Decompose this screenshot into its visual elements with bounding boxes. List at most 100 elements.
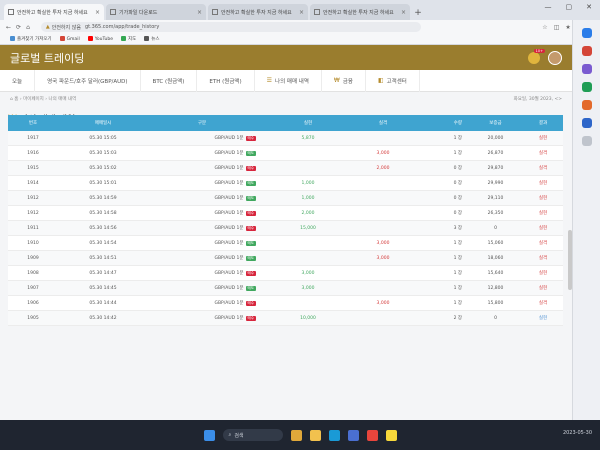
avatar[interactable] [548, 50, 562, 65]
menu-item-label: 오늘 [12, 78, 23, 85]
taskbar-search[interactable]: ⌕ 검색 [222, 429, 283, 441]
refresh-icon[interactable]: ⟳ [16, 24, 21, 31]
bookmark-item[interactable]: 즐겨찾기 가져오기 [10, 36, 52, 42]
bookmark-item[interactable]: 지도 [121, 36, 136, 42]
close-tab-icon[interactable]: × [95, 9, 100, 16]
cell-deposit: 18,060 [487, 255, 504, 261]
table-row[interactable]: 1911 05.30 14:56 GBP/AUD 1분 매수 15,000 3 장 0 실현 [8, 221, 563, 236]
url-field[interactable]: ▲ 안전하지 않음 gt.365.com/app/trade_history [40, 22, 421, 32]
browser-tab[interactable]: 안전하고 확실한 투자 지금 하세요 × [4, 4, 104, 20]
tools-icon[interactable] [581, 64, 592, 74]
table-row[interactable]: 1909 05.30 14:51 GBP/AUD 1분 매도 3,000 1 장 18,06… [8, 251, 563, 266]
games-icon[interactable] [581, 82, 592, 92]
column-header: 결과 [538, 121, 548, 126]
table-row[interactable]: 1906 05.30 14:44 GBP/AUD 1분 매수 3,000 1 장 15,80… [8, 296, 563, 311]
new-tab-button[interactable]: + [412, 6, 424, 20]
browser-tab[interactable]: 기가파일 다운로드 × [106, 4, 206, 20]
back-icon[interactable]: ← [6, 24, 11, 31]
cell-qty: 1 장 [453, 271, 462, 276]
cell-qty: 1 장 [453, 286, 462, 291]
close-tab-icon[interactable]: × [197, 9, 202, 16]
store-icon[interactable] [347, 429, 359, 441]
trade-direction-badge: 매수 [245, 271, 256, 276]
extensions-icon[interactable]: ◫ [554, 24, 560, 31]
cell-time: 05.30 14:42 [89, 315, 117, 321]
add-icon[interactable] [581, 136, 592, 146]
cell-deposit: 15,640 [487, 270, 504, 276]
cell-qty: 0 장 [453, 166, 462, 171]
table-row[interactable]: 1910 05.30 14:54 GBP/AUD 1분 매도 3,000 1 장 15,06… [8, 236, 563, 251]
menu-item-label: 금융 [342, 78, 353, 85]
kakao-icon[interactable] [385, 429, 397, 441]
table-row[interactable]: 1908 05.30 14:47 GBP/AUD 1분 매수 3,000 1 장 15,64… [8, 266, 563, 281]
office-icon[interactable] [581, 100, 592, 110]
maximize-icon[interactable]: ▢ [566, 3, 573, 11]
chrome-icon[interactable] [366, 429, 378, 441]
table-row[interactable]: 1916 05.30 15:03 GBP/AUD 1분 매도 3,000 1 장 26,87… [8, 146, 563, 161]
window-controls[interactable]: — ▢ ✕ [545, 3, 593, 11]
star-icon[interactable]: ☆ [542, 24, 547, 31]
cell-time: 05.30 15:05 [89, 135, 117, 141]
cell-type: GBP/AUD 1분 매수 [148, 270, 268, 276]
screen: 안전하고 확실한 투자 지금 하세요 × 기가파일 다운로드 × 안전하고 확실한 투자… [0, 0, 600, 450]
column-header: 보증금 [489, 121, 502, 126]
site-title[interactable]: 글로벌 트레이딩 [10, 50, 84, 66]
menu-item[interactable]: ₩ 금융 [322, 69, 366, 92]
notification-badge: 10+ [533, 48, 545, 53]
table-row[interactable]: 1912 05.30 14:59 GBP/AUD 1분 매도 1,000 0 장 29,11… [8, 191, 563, 206]
cell-deposit: 29,990 [487, 180, 504, 186]
system-tray[interactable]: 2023-05-30 [563, 430, 592, 436]
menu-item[interactable]: BTC (원금액) [141, 69, 198, 92]
bookmark-item[interactable]: 뉴스 [144, 36, 160, 42]
widgets-icon[interactable] [290, 429, 302, 441]
table-row[interactable]: 1914 05.30 15:01 GBP/AUD 1분 매도 1,000 0 장 29,99… [8, 176, 563, 191]
menu-item[interactable]: ☰ 나의 매매 내역 [255, 69, 322, 92]
table-row[interactable]: 1917 05.30 15:05 GBP/AUD 1분 매수 5,870 1 장 20,00… [8, 131, 563, 146]
close-icon[interactable]: ✕ [586, 3, 592, 11]
menu-item[interactable]: 영국 파운드/호주 달러(GBP/AUD) [35, 69, 141, 92]
start-icon[interactable] [203, 429, 215, 441]
browser-tabstrip: 안전하고 확실한 투자 지금 하세요 × 기가파일 다운로드 × 안전하고 확실한 투자… [0, 0, 600, 20]
table-row[interactable]: 1915 05.30 15:02 GBP/AUD 1분 매수 2,000 0 장 29,87… [8, 161, 563, 176]
cell-type: GBP/AUD 1분 매수 [148, 225, 268, 231]
cell-type: GBP/AUD 1분 매도 [148, 195, 268, 201]
home-icon[interactable]: ⌂ [26, 24, 30, 31]
cell-no: 1906 [27, 300, 39, 306]
cell-result: 실격 [538, 241, 548, 246]
bookmark-item[interactable]: Gmail [59, 36, 80, 42]
close-tab-icon[interactable]: × [401, 9, 406, 16]
breadcrumb-section[interactable]: 마이페이지 [23, 96, 44, 102]
shopping-icon[interactable] [581, 46, 592, 56]
menu-item-label: ETH (원금액) [209, 78, 242, 85]
cell-qty: 2 장 [453, 316, 462, 321]
page-scrollbar[interactable] [568, 230, 572, 290]
trade-direction-badge: 매수 [245, 136, 256, 141]
type-label: GBP/AUD 1분 [214, 181, 244, 186]
close-tab-icon[interactable]: × [299, 9, 304, 16]
browser-tab[interactable]: 안전하고 확실한 투자 지금 하세요 × [208, 4, 308, 20]
menu-item[interactable]: ETH (원금액) [197, 69, 255, 92]
file-explorer-icon[interactable] [309, 429, 321, 441]
taskbar-search-label: 검색 [234, 432, 244, 439]
menu-item[interactable]: 오늘 [0, 69, 36, 92]
current-date: 화요일, 30월 2023, <> [513, 97, 562, 102]
favorites-icon[interactable]: ★ [565, 24, 570, 31]
outlook-icon[interactable] [581, 118, 592, 128]
menu-item[interactable]: ◧ 고객센터 [366, 69, 420, 92]
table-row[interactable]: 1907 05.30 14:45 GBP/AUD 1분 매도 3,000 1 장 12,80… [8, 281, 563, 296]
table-row[interactable]: 1905 05.30 14:42 GBP/AUD 1분 매수 10,000 2 장 0 실현 [8, 311, 563, 326]
menu-item-label: 고객센터 [386, 78, 407, 85]
bookmark-item[interactable]: YouTube [87, 36, 113, 42]
cell-type: GBP/AUD 1분 매수 [148, 315, 268, 321]
minimize-icon[interactable]: — [545, 3, 552, 11]
notification-bell-icon[interactable]: 10+ [528, 48, 545, 64]
menu-icon: ₩ [333, 77, 340, 84]
table-row[interactable]: 1912 05.30 14:58 GBP/AUD 1분 매수 2,000 0 장 26,35… [8, 206, 563, 221]
bookmark-icon [10, 36, 15, 41]
browser-tab[interactable]: 안전하고 확실한 투자 지금 하세요 × [310, 4, 410, 20]
cell-result: 실현 [538, 226, 548, 231]
edge-icon[interactable] [328, 429, 340, 441]
cell-result: 실격 [538, 256, 548, 261]
trade-direction-badge: 매수 [245, 301, 256, 306]
bing-icon[interactable] [581, 28, 592, 38]
